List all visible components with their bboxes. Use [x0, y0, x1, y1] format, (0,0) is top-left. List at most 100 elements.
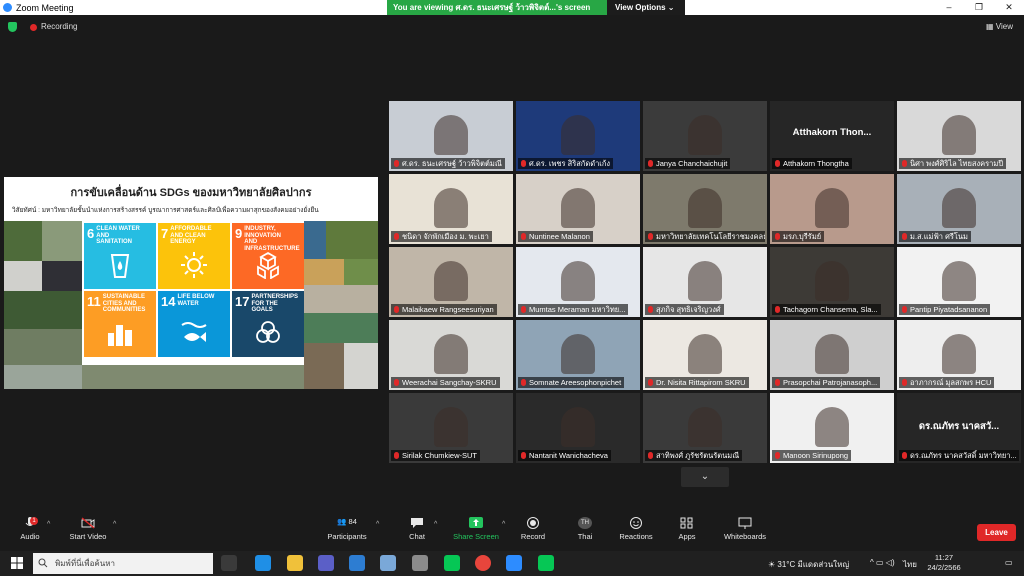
next-page-button[interactable]: ⌄	[681, 467, 729, 487]
language-initials-icon: TH	[578, 517, 592, 529]
sdg-14-tile: 14 LIFE BELOW WATER	[158, 291, 230, 357]
chrome-browser-icon[interactable]	[475, 555, 491, 571]
participant-tile[interactable]: มหาวิทยาลัยเทคโนโลยีราชมงคลธัญบุรี	[643, 174, 767, 244]
view-button[interactable]: ▦ View	[986, 22, 1013, 31]
participant-silhouette	[688, 188, 722, 228]
start-video-button[interactable]: Start Video	[66, 517, 110, 541]
participant-tile[interactable]: สุภกิจ สุทธิเจริญวงศ์	[643, 247, 767, 317]
line-app-icon[interactable]	[444, 555, 460, 571]
audio-options-caret[interactable]: ^	[47, 521, 50, 528]
thai-label: Thai	[577, 532, 593, 541]
chevron-down-icon: ⌄	[700, 471, 710, 482]
participant-name: อาภากรณ์ มุลสกพร HCU	[899, 377, 995, 388]
participant-tile[interactable]: Dr. Nisita Rittapirom SKRU	[643, 320, 767, 390]
video-options-caret[interactable]: ^	[113, 521, 116, 528]
chat-label: Chat	[409, 532, 425, 541]
participant-tile[interactable]: มรภ.บุรีรัมย์	[770, 174, 894, 244]
participants-count: 84	[348, 517, 357, 526]
chat-options-caret[interactable]: ^	[434, 521, 437, 528]
participant-tile[interactable]: ม.ส.แม่ฟ้า ศรีโนม	[897, 174, 1021, 244]
participant-tile[interactable]: Janya Chanchaichujit	[643, 101, 767, 171]
file-explorer-icon[interactable]	[287, 555, 303, 571]
participant-silhouette	[688, 334, 722, 374]
participant-tile[interactable]: ศ.ดร. เพชร สิริสกัดดำเก้ง	[516, 101, 640, 171]
participant-tile[interactable]: ศ.ดร. ธนะเศรษฐ์ ว้าวพิจิตต์มณี	[389, 101, 513, 171]
maximize-button[interactable]: ❐	[964, 0, 994, 15]
mail-icon[interactable]	[349, 555, 365, 571]
participant-name: Prasopchai Patrojanasoph...	[772, 377, 881, 388]
participant-tile[interactable]: Pantip Piyatadsananon	[897, 247, 1021, 317]
participant-tile[interactable]: Mumtas Meraman มหาวิทย...	[516, 247, 640, 317]
muted-mic-icon	[394, 452, 399, 459]
participants-button[interactable]: 👥 84 Participants	[323, 517, 371, 541]
participant-tile[interactable]: Atthakorn Thon... Atthakorn Thongtha	[770, 101, 894, 171]
chat-button[interactable]: Chat	[402, 517, 432, 541]
share-screen-button[interactable]: Share Screen	[452, 517, 500, 541]
participant-tile[interactable]: Manoon Sirinupong	[770, 393, 894, 463]
participant-tile[interactable]: Nantanit Wanichacheva	[516, 393, 640, 463]
reactions-button[interactable]: Reactions	[617, 517, 655, 541]
campus-photo	[344, 259, 378, 285]
zoom-window: Zoom Meeting – ❐ ✕ You are viewing ศ.ดร.…	[0, 0, 1024, 576]
participant-display-name: Atthakorn Thon...	[792, 127, 872, 138]
campus-photo	[304, 343, 344, 389]
security-shield-icon[interactable]	[8, 22, 17, 32]
tray-icons[interactable]: ^ ▭ ◁)	[870, 558, 895, 567]
calculator-icon[interactable]	[412, 555, 428, 571]
store-icon[interactable]	[318, 555, 334, 571]
participant-name: Tachagorn Chansema, Sla...	[772, 304, 881, 315]
windows-start-icon[interactable]	[11, 557, 23, 569]
apps-button[interactable]: Apps	[674, 517, 700, 541]
recording-label[interactable]: Recording	[41, 22, 77, 31]
cubes-icon	[257, 251, 279, 279]
thai-interpretation-button[interactable]: TH Thai	[569, 517, 601, 541]
zoom-app-icon[interactable]	[506, 555, 522, 571]
participant-tile[interactable]: Tachagorn Chansema, Sla...	[770, 247, 894, 317]
edge-browser-icon[interactable]	[255, 555, 271, 571]
leave-button[interactable]: Leave	[977, 524, 1016, 541]
participants-options-caret[interactable]: ^	[376, 521, 379, 528]
participant-tile[interactable]: ชนิดา จักพักเมือง ม. พะเยา	[389, 174, 513, 244]
participant-tile[interactable]: Nuntinee Malanon	[516, 174, 640, 244]
sdg-label: LIFE BELOW WATER	[177, 294, 215, 307]
weather-widget[interactable]: ☀ 31°C มีแดดส่วนใหญ่	[768, 558, 849, 571]
muted-mic-icon	[394, 306, 399, 313]
taskbar-clock[interactable]: 11:27 24/2/2566	[924, 553, 964, 573]
participant-tile[interactable]: Prasopchai Patrojanasoph...	[770, 320, 894, 390]
network-app-icon[interactable]	[380, 555, 396, 571]
participant-name: Atthakorn Thongtha	[772, 158, 852, 169]
people-icon: 👥	[337, 517, 347, 526]
close-button[interactable]: ✕	[994, 0, 1024, 15]
fish-icon	[181, 322, 207, 342]
minimize-button[interactable]: –	[934, 0, 964, 15]
record-button[interactable]: Record	[517, 517, 549, 541]
notification-icon[interactable]: ▭	[1005, 558, 1013, 567]
share-options-caret[interactable]: ^	[502, 521, 505, 528]
task-view-icon[interactable]	[221, 555, 237, 571]
participant-tile[interactable]: สาทิพงศ์ ภูรัชรัตนรัตนมณี	[643, 393, 767, 463]
view-options-button[interactable]: View Options ⌄	[607, 0, 685, 15]
participant-silhouette	[434, 261, 468, 301]
participant-name: Nantanit Wanichacheva	[518, 450, 611, 461]
taskbar-search-input[interactable]: พิมพ์ที่นี่เพื่อค้นหา	[33, 553, 213, 574]
participant-name: Pantip Piyatadsananon	[899, 304, 991, 315]
participant-silhouette	[942, 261, 976, 301]
muted-mic-icon	[521, 306, 526, 313]
muted-mic-icon	[648, 233, 653, 240]
participant-tile[interactable]: Sirilak Chumkiew-SUT	[389, 393, 513, 463]
participant-silhouette	[434, 115, 468, 155]
participant-tile[interactable]: Weerachai Sangchay-SKRU	[389, 320, 513, 390]
participant-tile[interactable]: Malaikaew Rangseesuriyan	[389, 247, 513, 317]
participant-tile[interactable]: อาภากรณ์ มุลสกพร HCU	[897, 320, 1021, 390]
participant-tile[interactable]: Somnate Areesophonpichet	[516, 320, 640, 390]
participant-name: Janya Chanchaichujit	[645, 158, 731, 169]
participant-tile[interactable]: ดร.ณภัทร นาคสวั... ดร.ณภัทร นาคสวัสดิ์ มห…	[897, 393, 1021, 463]
participant-tile[interactable]: นิศา พงศ์ศิริไล ไทยสงครามปี	[897, 101, 1021, 171]
input-language[interactable]: ไทย	[903, 558, 917, 571]
whiteboard-icon	[738, 517, 752, 529]
muted-mic-icon	[902, 233, 907, 240]
line-app-icon[interactable]	[538, 555, 554, 571]
muted-mic-icon	[521, 452, 526, 459]
sdg-label: SUSTAINABLE CITIES AND COMMUNITIES	[102, 294, 146, 313]
whiteboards-button[interactable]: Whiteboards	[720, 517, 770, 541]
